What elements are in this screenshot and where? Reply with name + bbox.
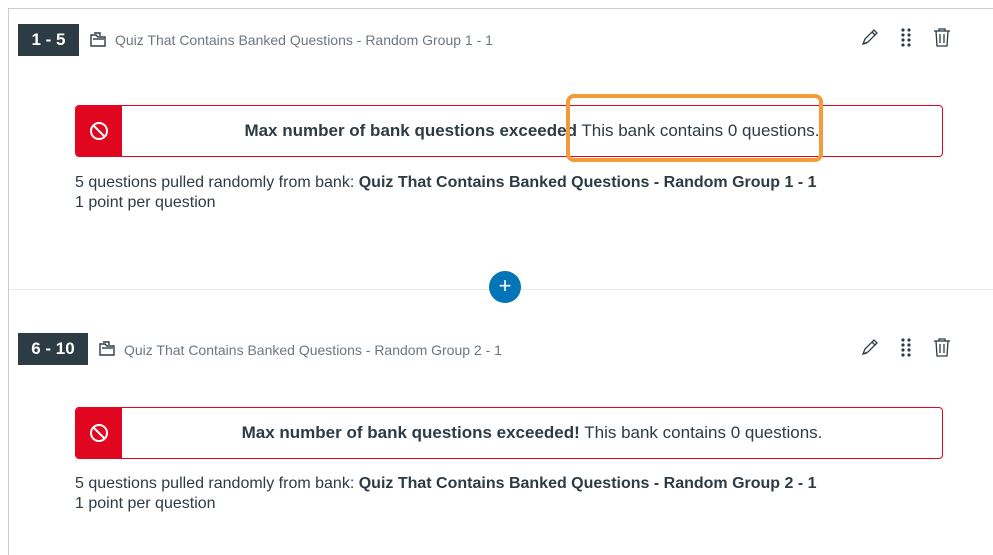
bank-folder-icon — [89, 31, 107, 49]
error-alert: Max number of bank questions exceeded Th… — [75, 105, 943, 157]
alert-detail: This bank contains 0 questions. — [584, 423, 823, 442]
alert-detail: This bank contains 0 questions. — [581, 121, 820, 140]
group-description: 5 questions pulled randomly from bank: Q… — [75, 173, 817, 213]
alert-heading: Max number of bank questions exceeded! — [241, 423, 580, 442]
delete-button[interactable] — [931, 26, 953, 48]
question-group-title: Quiz That Contains Banked Questions - Ra… — [115, 32, 493, 48]
drag-handle-button[interactable] — [895, 26, 917, 48]
no-entry-icon — [90, 122, 108, 140]
group-actions — [859, 26, 953, 48]
no-entry-icon — [90, 424, 108, 442]
group-actions — [859, 336, 953, 358]
edit-button[interactable] — [859, 26, 881, 48]
pencil-icon — [861, 339, 878, 356]
alert-heading: Max number of bank questions exceeded — [244, 121, 577, 140]
group-description: 5 questions pulled randomly from bank: Q… — [75, 474, 817, 514]
trash-icon — [934, 338, 950, 357]
question-group-2: 6 - 10 Quiz That Contains Banked Questio… — [9, 330, 993, 555]
question-range-badge: 1 - 5 — [18, 24, 79, 56]
drag-handle-icon — [901, 28, 911, 47]
trash-icon — [934, 28, 950, 47]
delete-button[interactable] — [931, 336, 953, 358]
points-per-question: 1 point per question — [75, 495, 216, 512]
drag-handle-button[interactable] — [895, 336, 917, 358]
pull-description: 5 questions pulled randomly from bank: — [75, 475, 359, 492]
drag-handle-icon — [901, 338, 911, 357]
pull-description: 5 questions pulled randomly from bank: — [75, 174, 359, 191]
bank-name: Quiz That Contains Banked Questions - Ra… — [358, 475, 817, 492]
bank-name: Quiz That Contains Banked Questions - Ra… — [358, 174, 817, 191]
pencil-icon — [861, 29, 878, 46]
alert-message: Max number of bank questions exceeded! T… — [122, 423, 942, 443]
bank-folder-icon — [98, 340, 116, 358]
edit-button[interactable] — [859, 336, 881, 358]
points-per-question: 1 point per question — [75, 194, 216, 211]
alert-icon-box — [76, 408, 122, 458]
question-range-badge: 6 - 10 — [18, 333, 88, 365]
alert-message: Max number of bank questions exceeded Th… — [122, 121, 942, 141]
add-question-button[interactable]: + — [489, 271, 521, 303]
alert-icon-box — [76, 106, 122, 156]
error-alert: Max number of bank questions exceeded! T… — [75, 407, 943, 459]
question-group-1: 1 - 5 Quiz That Contains Banked Question… — [9, 9, 993, 290]
question-group-title: Quiz That Contains Banked Questions - Ra… — [124, 342, 502, 358]
